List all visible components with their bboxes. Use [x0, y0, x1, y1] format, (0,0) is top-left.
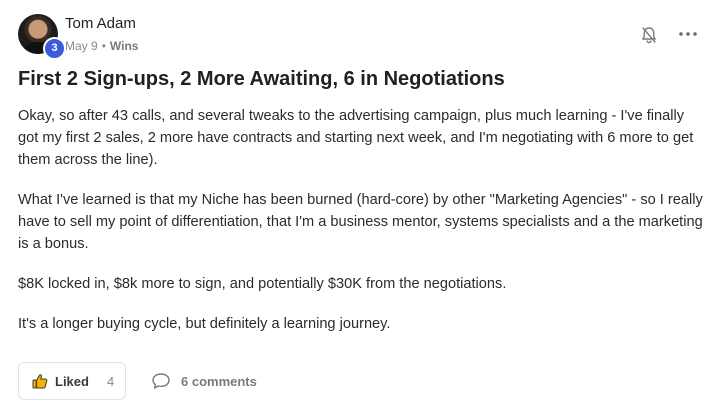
meta-separator: • [101, 39, 106, 53]
post-category[interactable]: Wins [110, 39, 139, 53]
like-label: Liked [55, 373, 89, 389]
post-paragraph: Okay, so after 43 calls, and several twe… [18, 108, 694, 168]
notification-toggle-button[interactable] [639, 25, 659, 45]
post-paragraph: $8K locked in, $8k more to sign, and pot… [18, 276, 507, 292]
post-paragraph: It's a longer buying cycle, but definite… [18, 316, 391, 332]
post-title: First 2 Sign-ups, 2 More Awaiting, 6 in … [18, 68, 505, 90]
post-date[interactable]: May 9 [65, 39, 98, 53]
post-card: 3 Tom Adam May 9 • Wins First 2 Sign-ups, … [0, 0, 728, 408]
bell-icon [642, 27, 656, 44]
more-horizontal-icon [679, 32, 697, 36]
author-name[interactable]: Tom Adam [65, 15, 136, 32]
like-button[interactable]: Liked 4 [18, 362, 126, 400]
more-options-button[interactable] [677, 26, 699, 42]
comments-count-label: 6 comments [181, 373, 257, 389]
post-paragraph: What I've learned is that my Niche has b… [18, 192, 703, 252]
post-meta: May 9 • Wins [65, 39, 138, 53]
thumbs-up-icon [32, 374, 48, 389]
comment-bubble-icon [152, 373, 170, 389]
post-body: Okay, so after 43 calls, and several twe… [18, 105, 708, 353]
level-badge: 3 [43, 37, 66, 60]
comments-button[interactable]: 6 comments [151, 372, 257, 390]
like-count[interactable]: 4 [107, 374, 114, 389]
